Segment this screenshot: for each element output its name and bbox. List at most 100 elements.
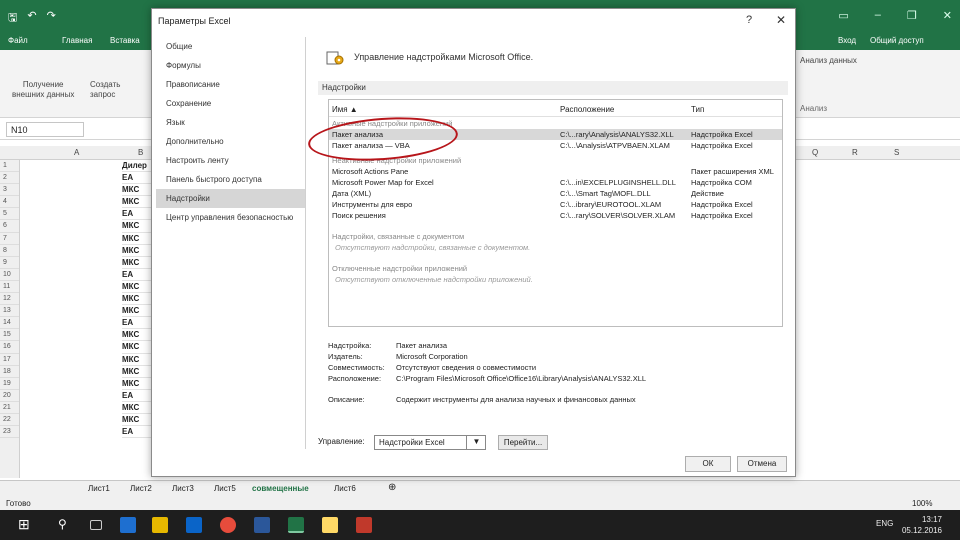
save-icon[interactable]: 🖫 xyxy=(8,9,17,28)
name-box[interactable]: N10 xyxy=(6,122,84,137)
edge-icon[interactable] xyxy=(120,517,136,533)
sheet-tab[interactable]: Лист2 xyxy=(130,484,152,493)
row-header[interactable]: 3 xyxy=(0,184,19,197)
tab-home[interactable]: Главная xyxy=(62,36,92,45)
restore-icon[interactable]: ❐ xyxy=(907,9,917,22)
row-header[interactable]: 14 xyxy=(0,317,19,330)
cell[interactable]: EA xyxy=(122,208,152,221)
addin-row[interactable]: Дата (XML) C:\...\Smart Tag\MOFL.DLL Дейст… xyxy=(329,188,782,199)
go-button[interactable]: Перейти... xyxy=(498,435,548,450)
row-header[interactable]: 18 xyxy=(0,366,19,378)
row-header[interactable]: 5 xyxy=(0,208,19,221)
data-analysis-button[interactable]: Анализ данных xyxy=(800,56,857,65)
nav-item[interactable]: Надстройки xyxy=(156,189,305,208)
task-view-icon[interactable] xyxy=(90,520,102,530)
sheet-tab-active[interactable]: совмещенные xyxy=(252,484,309,493)
nav-item[interactable]: Дополнительно xyxy=(156,132,305,151)
add-sheet-icon[interactable]: ⊕ xyxy=(388,482,396,493)
excel-taskbar-icon[interactable] xyxy=(288,517,304,533)
cell[interactable]: EA xyxy=(122,269,152,281)
cell[interactable]: Дилер xyxy=(122,160,152,173)
cell[interactable]: МКС xyxy=(122,354,152,366)
cell[interactable]: МКС xyxy=(122,245,152,257)
cell[interactable]: МКС xyxy=(122,184,152,197)
ribbon-display-icon[interactable]: ▭ xyxy=(838,9,848,22)
cell[interactable]: EA xyxy=(122,317,152,330)
row-header[interactable]: 15 xyxy=(0,329,19,342)
row-header[interactable]: 4 xyxy=(0,196,19,209)
column-header[interactable]: A xyxy=(74,148,79,157)
column-header[interactable]: Q xyxy=(812,148,818,157)
undo-icon[interactable]: ↶ xyxy=(27,9,36,28)
column-header[interactable]: S xyxy=(894,148,899,157)
get-external-data-button[interactable]: Получение внешних данных xyxy=(12,80,74,100)
tab-insert[interactable]: Вставка xyxy=(110,36,140,45)
cell[interactable]: МКС xyxy=(122,341,152,354)
nav-item[interactable]: Панель быстрого доступа xyxy=(156,170,305,189)
row-header[interactable]: 1 xyxy=(0,160,19,173)
cell[interactable]: МКС xyxy=(122,196,152,209)
nav-item[interactable]: Язык xyxy=(156,113,305,132)
cell[interactable]: МКС xyxy=(122,257,152,269)
nav-item[interactable]: Формулы xyxy=(156,56,305,75)
row-header[interactable]: 19 xyxy=(0,378,19,390)
windows-start-icon[interactable]: ⊞ xyxy=(18,516,34,532)
row-header[interactable]: 13 xyxy=(0,305,19,318)
language-indicator[interactable]: ENG xyxy=(876,519,893,528)
addin-row[interactable]: Microsoft Actions Pane Пакет расширения X… xyxy=(329,166,782,177)
notes-icon[interactable] xyxy=(322,517,338,533)
close-window-icon[interactable]: ✕ xyxy=(943,9,952,22)
addin-row[interactable]: Поиск решения C:\...rary\SOLVER\SOLVER.XL… xyxy=(329,210,782,221)
nav-item[interactable]: Общие xyxy=(156,37,305,56)
cell[interactable]: EA xyxy=(122,426,152,439)
row-header[interactable]: 20 xyxy=(0,390,19,402)
row-header[interactable]: 16 xyxy=(0,341,19,354)
cancel-button[interactable]: Отмена xyxy=(737,456,787,472)
sheet-tab[interactable]: Лист5 xyxy=(214,484,236,493)
cell[interactable]: МКС xyxy=(122,366,152,378)
column-header[interactable]: B xyxy=(138,148,143,157)
column-name-header[interactable]: Имя ▲ xyxy=(332,103,358,117)
column-type-header[interactable]: Тип xyxy=(691,103,704,117)
column-header[interactable]: R xyxy=(852,148,858,157)
row-header[interactable]: 22 xyxy=(0,414,19,427)
clock[interactable]: 13:17 05.12.2016 xyxy=(902,514,942,536)
search-icon[interactable]: ⚲ xyxy=(58,517,74,533)
cell[interactable]: МКС xyxy=(122,220,152,233)
nav-item[interactable]: Настроить ленту xyxy=(156,151,305,170)
cell[interactable]: МКС xyxy=(122,233,152,245)
row-header[interactable]: 12 xyxy=(0,293,19,306)
column-location-header[interactable]: Расположение xyxy=(560,103,614,117)
row-header[interactable]: 17 xyxy=(0,354,19,366)
row-header[interactable]: 10 xyxy=(0,269,19,281)
powerpoint-icon[interactable] xyxy=(356,517,372,533)
sign-in-link[interactable]: Вход xyxy=(838,36,856,45)
cell[interactable]: МКС xyxy=(122,293,152,306)
sheet-tab[interactable]: Лист3 xyxy=(172,484,194,493)
explorer-icon[interactable] xyxy=(152,517,168,533)
row-header[interactable]: 7 xyxy=(0,233,19,245)
chrome-icon[interactable] xyxy=(220,517,236,533)
sheet-tab[interactable]: Лист1 xyxy=(88,484,110,493)
share-button[interactable]: Общий доступ xyxy=(870,36,924,45)
new-query-button[interactable]: Создать запрос xyxy=(90,80,120,100)
row-header[interactable]: 21 xyxy=(0,402,19,414)
addin-row[interactable]: Microsoft Power Map for Excel C:\...in\EX… xyxy=(329,177,782,188)
row-header[interactable]: 9 xyxy=(0,257,19,269)
cell[interactable]: МКС xyxy=(122,329,152,342)
chevron-down-icon[interactable]: ▼ xyxy=(466,435,486,450)
row-header[interactable]: 2 xyxy=(0,172,19,185)
redo-icon[interactable]: ↷ xyxy=(47,9,56,28)
row-header[interactable]: 11 xyxy=(0,281,19,294)
row-header[interactable]: 6 xyxy=(0,220,19,233)
nav-item[interactable]: Правописание xyxy=(156,75,305,94)
cell[interactable]: МКС xyxy=(122,402,152,414)
outlook-icon[interactable] xyxy=(186,517,202,533)
ok-button[interactable]: ОК xyxy=(685,456,731,472)
cell[interactable]: МКС xyxy=(122,378,152,390)
cell[interactable]: МКС xyxy=(122,305,152,318)
cell[interactable]: МКС xyxy=(122,281,152,294)
cell[interactable]: EA xyxy=(122,172,152,185)
nav-item[interactable]: Центр управления безопасностью xyxy=(156,208,305,227)
minimize-icon[interactable]: – xyxy=(875,9,881,22)
